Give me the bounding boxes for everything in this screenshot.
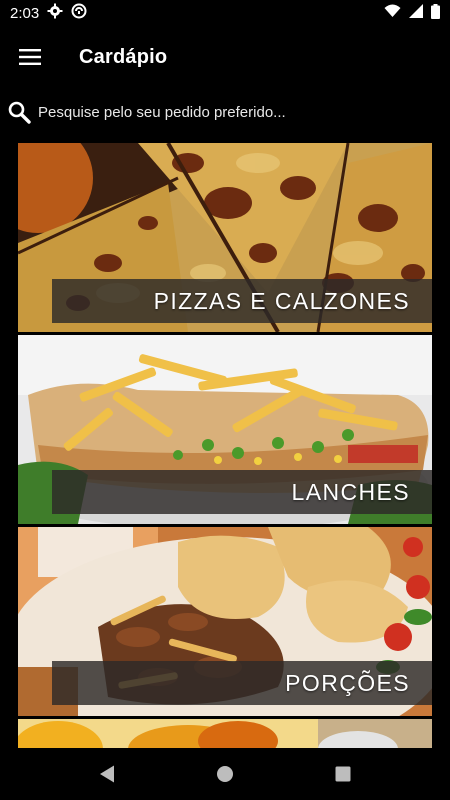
search-icon[interactable]: [6, 99, 32, 125]
sync-icon: [71, 3, 87, 23]
category-label: LANCHES: [52, 470, 432, 514]
search-bar[interactable]: Pesquise pelo seu pedido preferido...: [0, 94, 450, 130]
battery-icon: [431, 3, 440, 23]
hamburger-menu-icon[interactable]: [0, 26, 60, 88]
category-list: PIZZAS E CALZONES LANCHES PORÇÕES: [18, 143, 432, 748]
status-bar: 2:03: [0, 0, 450, 26]
home-circle-icon[interactable]: [214, 763, 236, 785]
dessert-photo: [18, 719, 432, 748]
recents-square-icon[interactable]: [332, 763, 354, 785]
category-card-porcoes[interactable]: PORÇÕES: [18, 527, 432, 716]
category-label: PORÇÕES: [52, 661, 432, 705]
search-input[interactable]: Pesquise pelo seu pedido preferido...: [38, 104, 286, 121]
page-title: Cardápio: [79, 45, 168, 68]
category-card-partial[interactable]: [18, 719, 432, 748]
wifi-icon: [384, 4, 401, 22]
category-label: PIZZAS E CALZONES: [52, 279, 432, 323]
signal-icon: [409, 4, 423, 22]
back-triangle-icon[interactable]: [96, 763, 118, 785]
system-nav-bar: [0, 748, 450, 800]
gear-icon: [47, 3, 63, 23]
app-bar: Cardápio: [0, 26, 450, 88]
category-card-lanches[interactable]: LANCHES: [18, 335, 432, 524]
category-card-pizzas[interactable]: PIZZAS E CALZONES: [18, 143, 432, 332]
status-time: 2:03: [10, 4, 40, 22]
